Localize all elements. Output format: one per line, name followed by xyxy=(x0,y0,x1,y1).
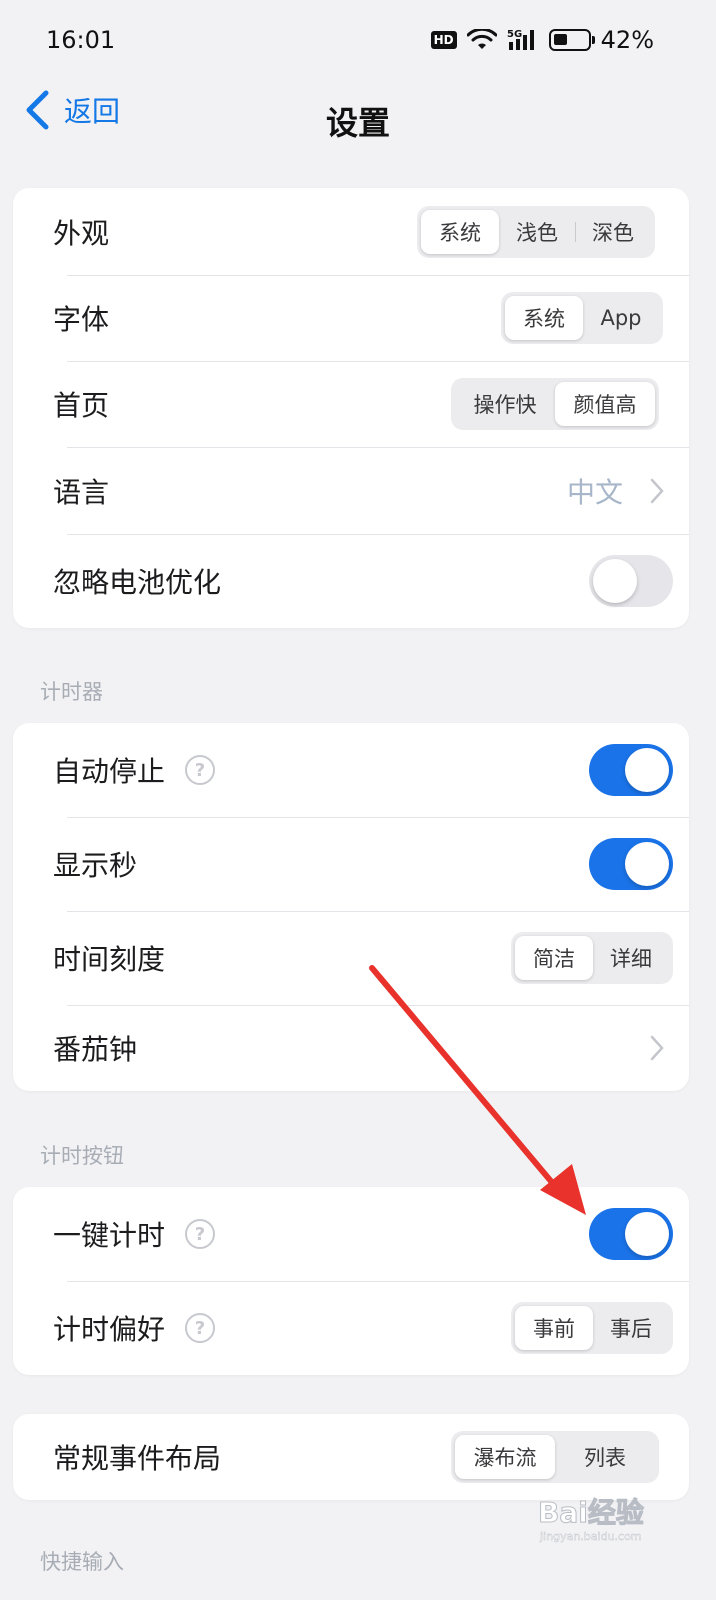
network-label: 5G xyxy=(507,29,522,40)
status-icons: HD 5G 42% xyxy=(430,26,654,54)
home-option-pretty[interactable]: 颜值高 xyxy=(555,382,655,426)
battery-opt-label: 忽略电池优化 xyxy=(53,566,222,599)
show-seconds-label: 显示秒 xyxy=(53,849,138,882)
page-title: 设置 xyxy=(325,104,390,142)
font-segmented: 系统 App xyxy=(501,292,663,344)
signal-5g-icon: 5G xyxy=(507,29,534,50)
home-segmented: 操作快 颜值高 xyxy=(451,378,659,430)
time-scale-option-detailed[interactable]: 详细 xyxy=(593,936,669,980)
quick-input-section-header: 快捷输入 xyxy=(40,1550,124,1574)
show-seconds-row: 显示秒 xyxy=(13,817,689,911)
toggle-knob xyxy=(625,748,669,792)
show-seconds-toggle[interactable] xyxy=(589,838,673,890)
watermark-subtext: jingyan.baidu.com xyxy=(539,1530,642,1543)
timer-button-section-header: 计时按钮 xyxy=(40,1144,124,1168)
event-layout-segmented: 瀑布流 列表 xyxy=(451,1431,659,1483)
time-scale-option-simple[interactable]: 简洁 xyxy=(515,936,593,980)
font-option-system[interactable]: 系统 xyxy=(505,296,583,340)
pomodoro-label: 番茄钟 xyxy=(53,1033,138,1066)
help-icon[interactable]: ? xyxy=(185,1219,216,1249)
preference-segmented: 事前 事后 xyxy=(511,1302,673,1354)
one-tap-label-wrap: 一键计时 ? xyxy=(53,1214,589,1254)
general-card: 外观 系统 浅色 深色 字体 系统 App 首页 操作快 颜值高 语言 中文 忽… xyxy=(13,188,689,628)
language-row[interactable]: 语言 中文 xyxy=(13,447,689,534)
home-option-fast[interactable]: 操作快 xyxy=(455,382,555,426)
preference-row: 计时偏好 ? 事前 事后 xyxy=(13,1281,689,1375)
help-icon[interactable]: ? xyxy=(185,1313,216,1343)
auto-stop-label: 自动停止 xyxy=(53,755,166,788)
one-tap-row: 一键计时 ? xyxy=(13,1187,689,1281)
battery-opt-toggle[interactable] xyxy=(589,555,673,607)
appearance-option-light[interactable]: 浅色 xyxy=(499,210,575,254)
status-time: 16:01 xyxy=(46,26,116,54)
timer-card: 自动停止 ? 显示秒 时间刻度 简洁 详细 番茄钟 xyxy=(13,723,689,1091)
toggle-knob xyxy=(593,559,637,603)
nav-bar: 返回 设置 xyxy=(0,80,716,160)
font-label: 字体 xyxy=(53,303,110,336)
one-tap-toggle[interactable] xyxy=(589,1208,673,1260)
preference-label-wrap: 计时偏好 ? xyxy=(53,1308,511,1348)
appearance-row: 外观 系统 浅色 深色 xyxy=(13,188,689,275)
help-icon[interactable]: ? xyxy=(185,755,216,785)
timer-button-card: 一键计时 ? 计时偏好 ? 事前 事后 xyxy=(13,1187,689,1375)
preference-option-after[interactable]: 事后 xyxy=(593,1306,669,1350)
auto-stop-label-wrap: 自动停止 ? xyxy=(53,750,589,790)
toggle-knob xyxy=(625,1212,669,1256)
pomodoro-row[interactable]: 番茄钟 xyxy=(13,1005,689,1091)
wifi-icon xyxy=(466,29,497,49)
appearance-option-dark[interactable]: 深色 xyxy=(575,210,651,254)
one-tap-label: 一键计时 xyxy=(53,1219,166,1252)
hd-icon: HD xyxy=(430,31,457,49)
auto-stop-toggle[interactable] xyxy=(589,744,673,796)
event-layout-label: 常规事件布局 xyxy=(53,1442,222,1475)
appearance-label: 外观 xyxy=(53,216,110,250)
preference-option-before[interactable]: 事前 xyxy=(515,1306,593,1350)
font-row: 字体 系统 App xyxy=(13,275,689,361)
appearance-segmented: 系统 浅色 深色 xyxy=(417,205,655,258)
time-scale-label: 时间刻度 xyxy=(53,943,166,976)
time-scale-row: 时间刻度 简洁 详细 xyxy=(13,911,689,1005)
language-label: 语言 xyxy=(53,475,110,509)
auto-stop-row: 自动停止 ? xyxy=(13,723,689,817)
watermark-text: Bai经验 xyxy=(538,1496,644,1529)
event-layout-option-list[interactable]: 列表 xyxy=(555,1435,655,1479)
language-value-link[interactable]: 中文 xyxy=(567,471,673,511)
chevron-right-icon xyxy=(650,478,664,503)
baidu-watermark: Bai经验 jingyan.baidu.com xyxy=(538,1496,645,1544)
chevron-right-icon xyxy=(650,1035,664,1061)
battery-percent: 42% xyxy=(600,26,654,54)
toggle-knob xyxy=(625,842,669,886)
battery-opt-row: 忽略电池优化 xyxy=(13,534,689,628)
language-value: 中文 xyxy=(566,475,623,509)
preference-label: 计时偏好 xyxy=(53,1313,166,1346)
timer-section-header: 计时器 xyxy=(40,680,103,704)
font-option-app[interactable]: App xyxy=(583,296,659,340)
home-row: 首页 操作快 颜值高 xyxy=(13,361,689,447)
battery-icon xyxy=(548,29,595,51)
time-scale-segmented: 简洁 详细 xyxy=(511,932,673,984)
status-bar: 16:01 HD 5G 42% xyxy=(0,0,716,80)
home-label: 首页 xyxy=(53,389,110,422)
appearance-option-system[interactable]: 系统 xyxy=(421,209,499,254)
event-layout-option-waterfall[interactable]: 瀑布流 xyxy=(455,1435,555,1479)
